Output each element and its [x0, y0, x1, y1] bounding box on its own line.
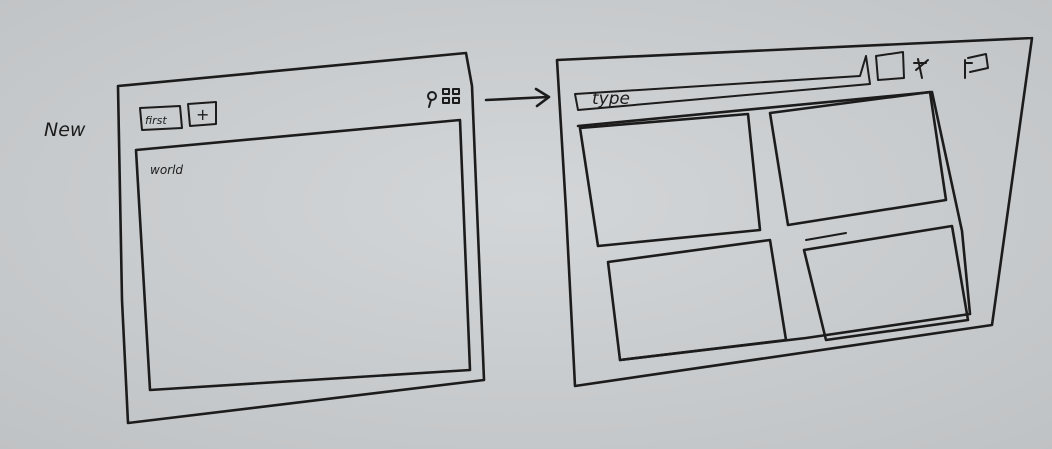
paper-background — [0, 0, 1052, 449]
sketch-canvas: New first + world type — [0, 0, 1052, 449]
left-tab-label: first — [145, 114, 167, 127]
left-title-label: New — [44, 119, 86, 141]
left-content-label: world — [150, 163, 183, 177]
right-field-text: type — [592, 89, 630, 109]
plus-icon: + — [196, 105, 209, 124]
